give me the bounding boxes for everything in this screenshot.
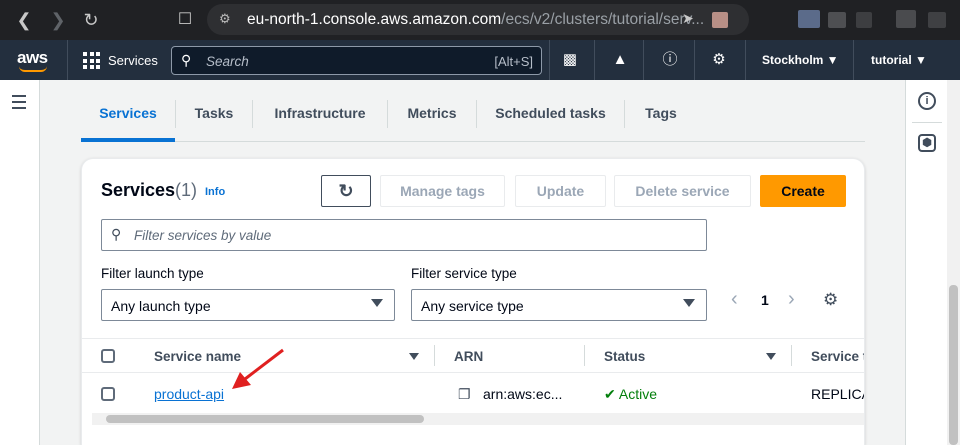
annotation-arrow	[232, 348, 284, 389]
